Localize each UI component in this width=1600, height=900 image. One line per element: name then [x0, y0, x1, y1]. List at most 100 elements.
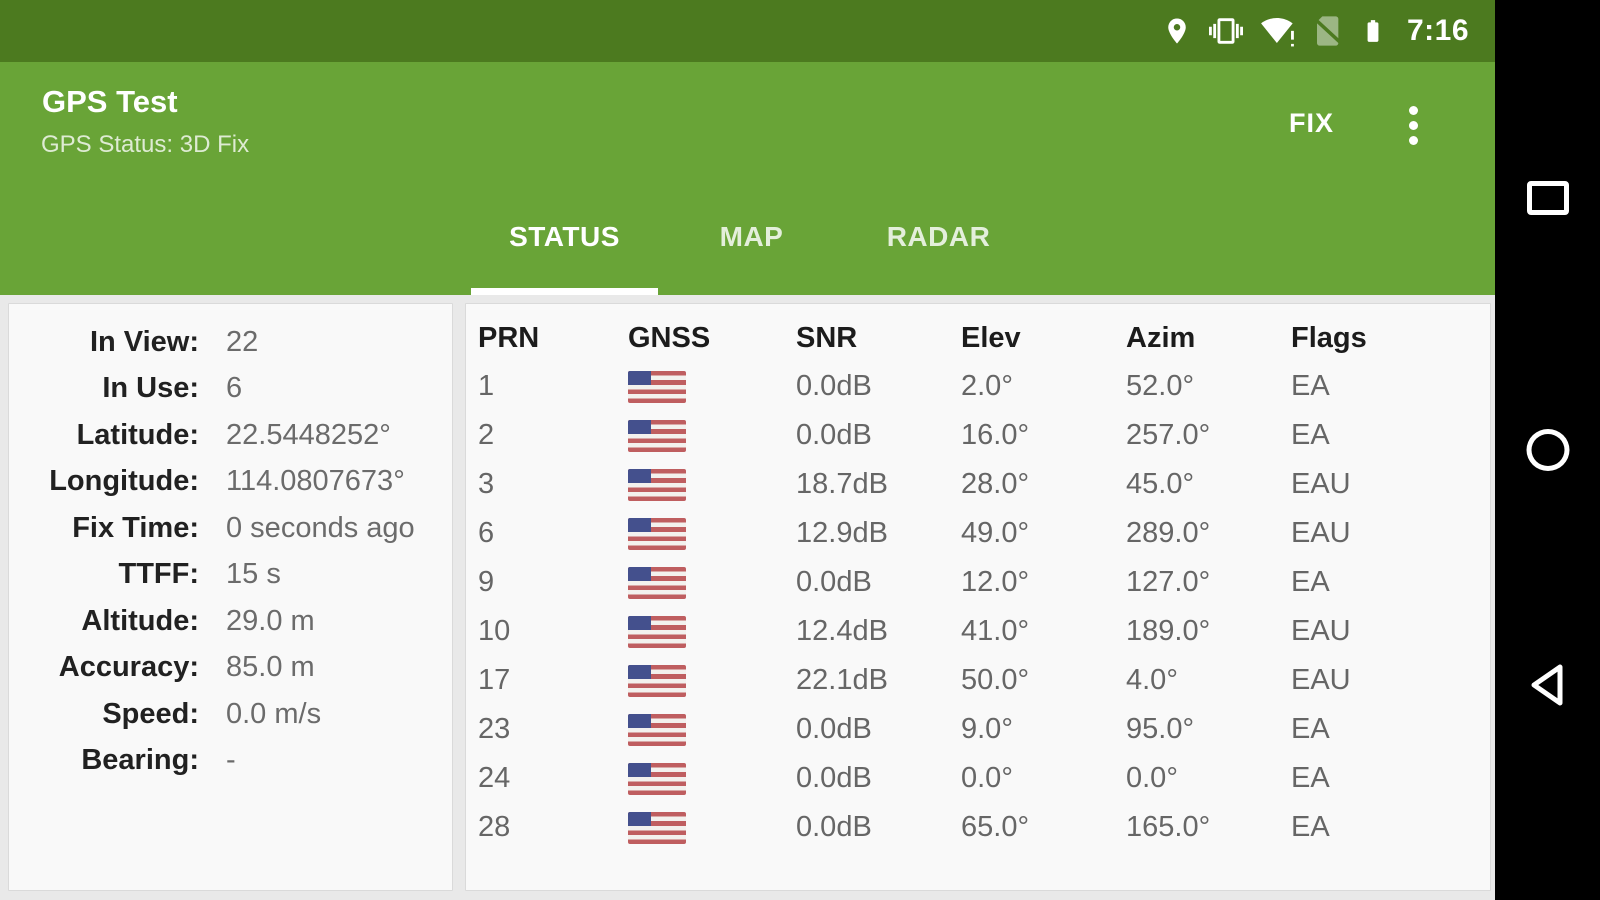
satellite-row: 230.0dB9.0°95.0°EA	[466, 705, 1490, 754]
tab-map[interactable]: MAP	[658, 199, 845, 295]
satellite-row: 20.0dB16.0°257.0°EA	[466, 411, 1490, 460]
column-header-prn: PRN	[478, 322, 628, 355]
snr-cell: 0.0dB	[796, 713, 961, 746]
snr-cell: 12.9dB	[796, 517, 961, 550]
us-flag-icon	[628, 812, 686, 844]
info-row: Fix Time:0 seconds ago	[9, 505, 452, 552]
elev-cell: 50.0°	[961, 664, 1126, 697]
prn-cell: 3	[478, 468, 628, 501]
info-row: In Use: 6	[9, 366, 452, 413]
us-flag-icon	[628, 714, 686, 746]
info-row: Latitude: 22.5448252°	[9, 412, 452, 459]
flags-cell: EAU	[1291, 517, 1490, 550]
info-label: TTFF:	[9, 558, 199, 591]
fix-button[interactable]: FIX	[1283, 104, 1340, 143]
satellite-row: 90.0dB12.0°127.0°EA	[466, 558, 1490, 607]
elev-cell: 0.0°	[961, 762, 1126, 795]
elev-cell: 28.0°	[961, 468, 1126, 501]
us-flag-icon	[628, 420, 686, 452]
azim-cell: 257.0°	[1126, 419, 1291, 452]
recents-button[interactable]	[1527, 181, 1569, 215]
satellite-row: 1012.4dB41.0°189.0°EAU	[466, 607, 1490, 656]
us-flag-icon	[628, 469, 686, 501]
azim-cell: 127.0°	[1126, 566, 1291, 599]
azim-cell: 52.0°	[1126, 370, 1291, 403]
info-row: TTFF: 15 s	[9, 552, 452, 599]
prn-cell: 17	[478, 664, 628, 697]
page-title: GPS Test	[42, 84, 178, 120]
flags-cell: EA	[1291, 811, 1490, 844]
satellite-table-body: 10.0dB2.0°52.0°EA20.0dB16.0°257.0°EA318.…	[466, 362, 1490, 852]
flags-cell: EAU	[1291, 615, 1490, 648]
azim-cell: 95.0°	[1126, 713, 1291, 746]
flags-cell: EA	[1291, 762, 1490, 795]
info-value: 15 s	[226, 558, 281, 591]
info-label: Latitude:	[9, 419, 199, 452]
satellite-table: PRNGNSSSNRElevAzimFlags 10.0dB2.0°52.0°E…	[465, 303, 1491, 891]
satellite-row: 1722.1dB50.0°4.0°EAU	[466, 656, 1490, 705]
info-row: Speed:0.0 m/s	[9, 691, 452, 738]
info-value: 0 seconds ago	[226, 512, 415, 545]
info-label: Bearing:	[9, 744, 199, 777]
satellite-row: 612.9dB49.0°289.0°EAU	[466, 509, 1490, 558]
tab-status[interactable]: STATUS	[471, 199, 658, 295]
home-button[interactable]	[1526, 429, 1569, 471]
tab-bar: STATUSMAPRADAR	[471, 199, 1032, 295]
info-row: In View: 22	[9, 319, 452, 366]
info-value: -	[226, 744, 236, 777]
flags-cell: EA	[1291, 370, 1490, 403]
info-label: Accuracy:	[9, 651, 199, 684]
info-value: 22.5448252°	[226, 419, 391, 452]
column-header-snr: SNR	[796, 322, 961, 355]
prn-cell: 9	[478, 566, 628, 599]
status-bar: 7:16	[0, 0, 1495, 62]
gnss-cell	[628, 469, 796, 501]
elev-cell: 16.0°	[961, 419, 1126, 452]
info-value: 22	[226, 326, 258, 359]
azim-cell: 165.0°	[1126, 811, 1291, 844]
satellite-row: 240.0dB0.0°0.0°EA	[466, 754, 1490, 803]
info-label: In View:	[9, 326, 199, 359]
prn-cell: 6	[478, 517, 628, 550]
info-value: 114.0807673°	[226, 465, 405, 498]
battery-full-icon	[1360, 14, 1386, 48]
snr-cell: 0.0dB	[796, 419, 961, 452]
info-label: In Use:	[9, 372, 199, 405]
no-sim-icon	[1313, 14, 1345, 48]
location-icon	[1162, 14, 1192, 48]
azim-cell: 289.0°	[1126, 517, 1291, 550]
gnss-cell	[628, 665, 796, 697]
snr-cell: 12.4dB	[796, 615, 961, 648]
prn-cell: 2	[478, 419, 628, 452]
tab-radar[interactable]: RADAR	[845, 199, 1032, 295]
info-value: 6	[226, 372, 242, 405]
info-row: Bearing:-	[9, 738, 452, 785]
prn-cell: 23	[478, 713, 628, 746]
snr-cell: 0.0dB	[796, 811, 961, 844]
prn-cell: 1	[478, 370, 628, 403]
snr-cell: 0.0dB	[796, 566, 961, 599]
gnss-cell	[628, 371, 796, 403]
gps-test-app: 7:16 GPS Test GPS Status: 3D Fix FIX STA…	[0, 0, 1495, 900]
azim-cell: 0.0°	[1126, 762, 1291, 795]
overflow-menu-icon[interactable]	[1398, 96, 1428, 154]
info-label: Altitude:	[9, 605, 199, 638]
gps-status-subtitle: GPS Status: 3D Fix	[41, 131, 249, 159]
azim-cell: 45.0°	[1126, 468, 1291, 501]
prn-cell: 28	[478, 811, 628, 844]
snr-cell: 0.0dB	[796, 370, 961, 403]
column-header-flags: Flags	[1291, 322, 1490, 355]
gnss-cell	[628, 420, 796, 452]
back-button[interactable]	[1528, 660, 1568, 710]
us-flag-icon	[628, 665, 686, 697]
elev-cell: 12.0°	[961, 566, 1126, 599]
gnss-cell	[628, 567, 796, 599]
info-value: 85.0 m	[226, 651, 315, 684]
satellite-row: 318.7dB28.0°45.0°EAU	[466, 460, 1490, 509]
status-bar-clock: 7:16	[1407, 14, 1469, 48]
info-row: Longitude:114.0807673°	[9, 459, 452, 506]
elev-cell: 2.0°	[961, 370, 1126, 403]
vibrate-icon	[1207, 14, 1245, 48]
us-flag-icon	[628, 518, 686, 550]
recents-icon	[1527, 181, 1569, 215]
